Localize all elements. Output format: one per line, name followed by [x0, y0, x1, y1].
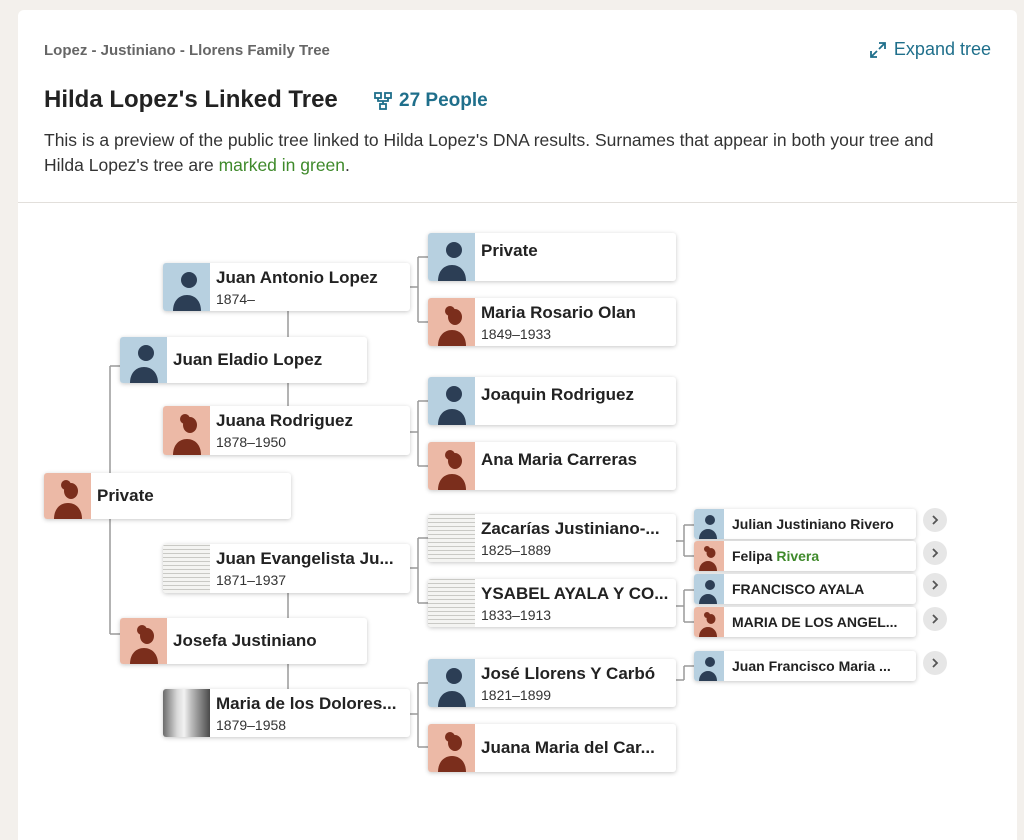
expand-ancestor-button[interactable]: [923, 651, 947, 675]
person-dates: 1871–1937: [216, 572, 287, 588]
person-card-gg-grandparent[interactable]: Julian Justiniano Rivero: [694, 509, 916, 539]
chevron-right-icon: [932, 548, 939, 558]
person-dates: 1833–1913: [481, 606, 552, 623]
person-name: Ana Maria Carreras: [481, 450, 637, 469]
person-name: Julian Justiniano Rivero: [732, 516, 894, 532]
person-name: YSABEL AYALA Y CO...: [481, 583, 669, 603]
person-given-name: Felipa: [732, 548, 777, 564]
person-card-mother[interactable]: Josefa Justiniano: [120, 618, 367, 664]
female-avatar-icon: [44, 473, 91, 519]
person-card-father[interactable]: Juan Eladio Lopez: [120, 337, 367, 383]
person-name: Maria de los Dolores...: [216, 693, 397, 713]
person-card-paternal-grandmother[interactable]: Juana Rodriguez 1878–1950: [163, 406, 410, 455]
person-card-great-grandparent[interactable]: Zacarías Justiniano-... 1825–1889: [428, 514, 676, 562]
person-name: Juana Maria del Car...: [481, 738, 655, 757]
person-name: Private: [481, 241, 538, 260]
person-name: Private: [97, 486, 154, 505]
pedigree-tree: Private Juan Eladio Lopez Josefa Justini…: [0, 0, 1024, 840]
female-avatar-icon: [694, 541, 724, 571]
matching-surname: Rivera: [776, 548, 820, 564]
person-card-gg-grandparent[interactable]: Felipa Rivera: [694, 541, 916, 571]
person-name: José Llorens Y Carbó: [481, 663, 656, 683]
person-dates: 1821–1899: [481, 686, 552, 703]
chevron-right-icon: [932, 515, 939, 525]
male-avatar-icon: [428, 659, 475, 707]
person-card-great-grandparent[interactable]: YSABEL AYALA Y CO... 1833–1913: [428, 579, 676, 627]
male-avatar-icon: [428, 233, 475, 281]
person-card-great-grandparent[interactable]: Joaquin Rodriguez: [428, 377, 676, 425]
male-avatar-icon: [428, 377, 475, 425]
person-card-gg-grandparent[interactable]: MARIA DE LOS ANGEL...: [694, 607, 916, 637]
document-thumbnail-icon: [163, 544, 210, 593]
person-name: Joaquin Rodriguez: [481, 385, 634, 404]
person-card-maternal-grandfather[interactable]: Juan Evangelista Ju... 1871–1937: [163, 544, 410, 593]
person-name: Juan Eladio Lopez: [173, 350, 323, 369]
person-name: Maria Rosario Olan: [481, 302, 636, 322]
person-name: Felipa Rivera: [732, 548, 819, 564]
male-avatar-icon: [163, 263, 210, 311]
expand-ancestor-button[interactable]: [923, 573, 947, 597]
person-name: Zacarías Justiniano-...: [481, 518, 660, 538]
person-name: Juan Antonio Lopez: [216, 267, 378, 287]
person-dates: 1878–1950: [216, 434, 287, 450]
person-card-great-grandparent[interactable]: Private: [428, 233, 676, 281]
person-name: MARIA DE LOS ANGEL...: [732, 614, 898, 630]
expand-ancestor-button[interactable]: [923, 607, 947, 631]
chevron-right-icon: [932, 614, 939, 624]
expand-ancestor-button[interactable]: [923, 508, 947, 532]
expand-ancestor-button[interactable]: [923, 541, 947, 565]
chevron-right-icon: [932, 580, 939, 590]
document-thumbnail-icon: [428, 514, 475, 562]
person-card-maternal-grandmother[interactable]: Maria de los Dolores... 1879–1958: [163, 689, 410, 737]
person-name: Juan Evangelista Ju...: [216, 549, 394, 568]
photo-thumbnail-icon: [163, 689, 210, 737]
female-avatar-icon: [428, 724, 475, 772]
male-avatar-icon: [694, 651, 724, 681]
person-dates: 1825–1889: [481, 541, 552, 558]
male-avatar-icon: [694, 574, 724, 604]
person-card-great-grandparent[interactable]: Ana Maria Carreras: [428, 442, 676, 490]
person-name: Juana Rodriguez: [216, 411, 353, 430]
person-card-great-grandparent[interactable]: Maria Rosario Olan 1849–1933: [428, 298, 676, 346]
person-card-gg-grandparent[interactable]: FRANCISCO AYALA: [694, 574, 916, 604]
person-card-great-grandparent[interactable]: Juana Maria del Car...: [428, 724, 676, 772]
chevron-right-icon: [932, 658, 939, 668]
person-name: FRANCISCO AYALA: [732, 581, 865, 597]
female-avatar-icon: [163, 406, 210, 455]
male-avatar-icon: [120, 337, 167, 383]
person-card-great-grandparent[interactable]: José Llorens Y Carbó 1821–1899: [428, 659, 676, 707]
person-card-paternal-grandfather[interactable]: Juan Antonio Lopez 1874–: [163, 263, 410, 311]
female-avatar-icon: [428, 442, 475, 490]
person-dates: 1849–1933: [481, 325, 552, 342]
person-dates: 1879–1958: [216, 716, 287, 733]
person-name: Josefa Justiniano: [173, 631, 317, 650]
person-card-root[interactable]: Private: [44, 473, 291, 519]
person-name: Juan Francisco Maria ...: [732, 658, 891, 674]
document-thumbnail-icon: [428, 579, 475, 627]
male-avatar-icon: [694, 509, 724, 539]
female-avatar-icon: [428, 298, 475, 346]
female-avatar-icon: [694, 607, 724, 637]
person-dates: 1874–: [216, 290, 255, 307]
female-avatar-icon: [120, 618, 167, 664]
person-card-gg-grandparent[interactable]: Juan Francisco Maria ...: [694, 651, 916, 681]
